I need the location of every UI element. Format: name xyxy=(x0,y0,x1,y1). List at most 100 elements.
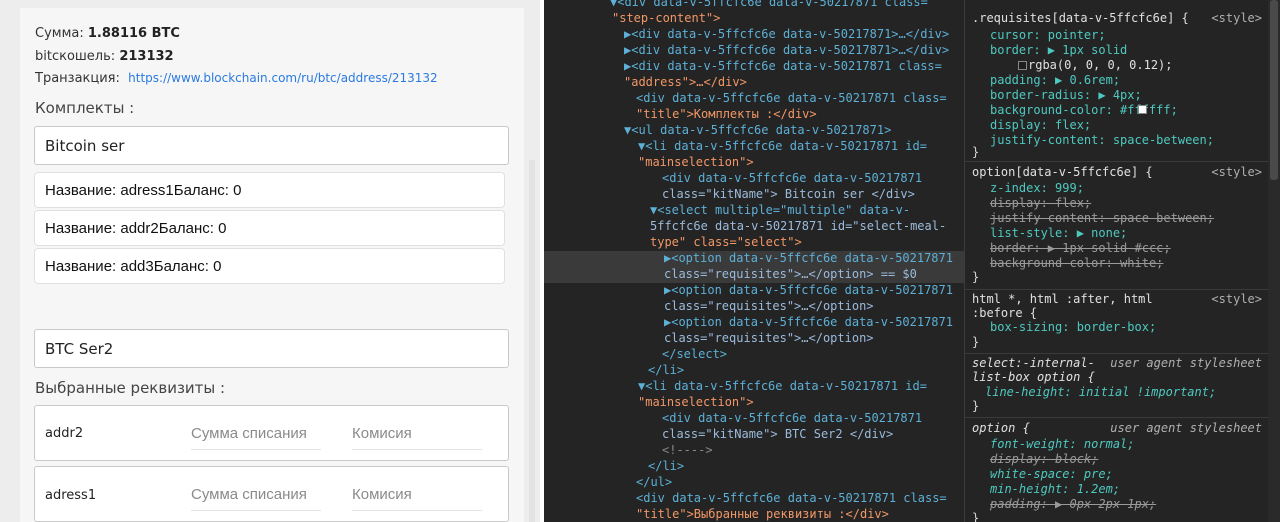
dom-node[interactable]: ▶<option data-v-5ffcfc6e data-v-50217871 xyxy=(664,315,953,331)
css-declaration[interactable]: padding: ▶ 0.6rem; xyxy=(990,73,1120,88)
screen: Сумма: 1.88116 BTC bitcкошель: 213132 Тр… xyxy=(0,0,1280,522)
dom-node[interactable]: class="kitName"> Bitcoin ser </div> xyxy=(662,187,915,203)
dom-node[interactable]: type" class="select"> xyxy=(650,235,802,251)
elements-tree: … ▼<div data-v-5ffcfc6e data-v-50217871 … xyxy=(544,0,964,522)
dom-line-text: ▶<div data-v-5ffcfc6e data-v-50217871>…<… xyxy=(624,27,950,41)
rule-close: } xyxy=(972,270,980,284)
rule-selector: html *, html :after, html xyxy=(972,292,1153,306)
dom-node[interactable]: ▶<div data-v-5ffcfc6e data-v-50217871>…<… xyxy=(624,27,949,43)
dom-node[interactable]: </li> xyxy=(648,363,684,379)
dom-line-text: ▼<li data-v-5ffcfc6e data-v-50217871 id= xyxy=(638,139,927,153)
kit-name-bitcoin-ser: Bitcoin ser xyxy=(34,126,509,165)
css-declaration-overridden[interactable]: background-color: white; xyxy=(990,256,1163,271)
css-declaration-overridden[interactable]: border: ▶ 1px solid #ccc; xyxy=(990,241,1171,256)
css-declaration-overridden: display: block; xyxy=(990,452,1099,466)
dom-node[interactable]: <div data-v-5ffcfc6e data-v-50217871 cla… xyxy=(636,91,947,107)
dom-line-text: <div data-v-5ffcfc6e data-v-50217871 xyxy=(662,171,923,185)
dom-line-text: <div data-v-5ffcfc6e data-v-50217871 cla… xyxy=(636,91,947,105)
css-declaration: white-space: pre; xyxy=(990,467,1113,481)
dom-line-text: "address">…</div> xyxy=(624,75,747,89)
dom-line-text: "mainselection"> xyxy=(638,155,754,169)
amount-input[interactable] xyxy=(191,418,321,450)
rule-origin-link[interactable]: <style> xyxy=(1211,292,1262,306)
dom-node[interactable]: <div data-v-5ffcfc6e data-v-50217871 cla… xyxy=(636,491,947,507)
css-declaration[interactable]: z-index: 999; xyxy=(990,181,1084,196)
dom-line-text: "title">Комплекты :</div> xyxy=(636,107,817,121)
dom-line-text: </select> xyxy=(662,347,728,361)
rule-close: } xyxy=(972,511,980,522)
dom-node[interactable]: ▼<ul data-v-5ffcfc6e data-v-50217871> xyxy=(624,123,891,139)
css-declaration-overridden[interactable]: justify-content: space-between; xyxy=(990,211,1214,226)
fee-input[interactable] xyxy=(352,479,482,511)
dom-line-text: ▶<div data-v-5ffcfc6e data-v-50217871 cl… xyxy=(624,59,942,73)
dom-node[interactable]: <div data-v-5ffcfc6e data-v-50217871 xyxy=(662,411,922,427)
css-declaration[interactable]: display: flex; xyxy=(990,118,1091,133)
dom-node[interactable]: </li> xyxy=(648,459,684,475)
dom-node[interactable]: "address">…</div> xyxy=(624,75,747,91)
dom-node[interactable]: "title">Выбранные реквизиты :</div> xyxy=(636,507,889,522)
dom-node[interactable]: "title">Комплекты :</div> xyxy=(636,107,817,123)
rule-close: } xyxy=(972,145,980,159)
css-value-row[interactable]: rgba(0, 0, 0, 0.12); xyxy=(1017,58,1173,73)
rule-selector: select:-internal- xyxy=(972,356,1095,370)
dom-node[interactable]: ▼<div data-v-5ffcfc6e data-v-50217871 cl… xyxy=(610,0,928,11)
dom-line-text: ▼<div data-v-5ffcfc6e data-v-50217871 cl… xyxy=(610,0,928,9)
requisite-option[interactable]: Название: adress1Баланс: 0 xyxy=(34,172,505,208)
dom-node[interactable]: class="requisites">…</option> xyxy=(664,331,874,347)
transaction-link[interactable]: https://www.blockchain.com/ru/btc/addres… xyxy=(128,71,438,85)
dom-line-text: ▼<select multiple="multiple" data-v- xyxy=(650,203,911,217)
dom-node[interactable]: ▼<li data-v-5ffcfc6e data-v-50217871 id= xyxy=(638,379,927,395)
css-declaration[interactable]: cursor: pointer; xyxy=(990,28,1106,43)
css-declaration-row[interactable]: background-color: #ffffff; xyxy=(990,103,1178,118)
dom-node[interactable]: </ul> xyxy=(636,475,672,491)
dom-line-text: </li> xyxy=(648,363,685,377)
css-declaration[interactable]: list-style: ▶ none; xyxy=(990,226,1127,241)
rule-selector: :before { xyxy=(972,306,1038,320)
color-swatch-icon[interactable] xyxy=(1018,61,1027,70)
styles-scrollbar-thumb[interactable] xyxy=(1270,0,1278,180)
dom-node[interactable]: "step-content"> xyxy=(612,11,720,27)
dom-line-text: class="requisites">…</option> xyxy=(664,331,874,345)
requisite-option[interactable]: Название: add3Баланс: 0 xyxy=(34,248,505,284)
rule-selector: option[data-v-5ffcfc6e] { xyxy=(972,165,1153,179)
dom-node[interactable]: class="kitName"> BTC Ser2 </div> xyxy=(662,427,893,443)
dom-line-text: "title">Выбранные реквизиты :</div> xyxy=(636,507,889,521)
page-scrollbar[interactable] xyxy=(529,160,535,522)
css-declaration[interactable]: box-sizing: border-box; xyxy=(990,320,1156,335)
dom-node[interactable]: ▶<option data-v-5ffcfc6e data-v-50217871 xyxy=(664,283,953,299)
fee-input[interactable] xyxy=(352,418,482,450)
dom-line-text: class="requisites">…</option> == $0 xyxy=(664,267,917,281)
amount-input[interactable] xyxy=(191,479,321,511)
dom-node[interactable]: ▼<li data-v-5ffcfc6e data-v-50217871 id= xyxy=(638,139,927,155)
dom-node[interactable]: ▶<div data-v-5ffcfc6e data-v-50217871>…<… xyxy=(624,43,949,59)
rule-origin-link[interactable]: <style> xyxy=(1211,165,1262,179)
dom-node[interactable]: "mainselection"> xyxy=(638,395,754,411)
color-swatch-icon[interactable] xyxy=(1138,105,1147,114)
dom-node[interactable]: </select> xyxy=(662,347,727,363)
dom-node[interactable]: <div data-v-5ffcfc6e data-v-50217871 xyxy=(662,171,922,187)
dom-node-selected[interactable]: class="requisites">…</option> == $0 xyxy=(544,267,964,283)
dom-line-text: ▶<option data-v-5ffcfc6e data-v-50217871 xyxy=(664,315,953,329)
dom-node[interactable]: ▼<select multiple="multiple" data-v- xyxy=(650,203,910,219)
rule-origin-link[interactable]: <style> xyxy=(1211,11,1262,25)
dom-node[interactable]: ▶<div data-v-5ffcfc6e data-v-50217871 cl… xyxy=(624,59,942,75)
css-rule: html *, html :after, html <style> :befor… xyxy=(965,290,1268,354)
dom-node[interactable]: 5ffcfc6e data-v-50217871 id="select-meal… xyxy=(650,219,946,235)
requisite-option[interactable]: Название: addr2Баланс: 0 xyxy=(34,210,505,246)
dom-node-selected[interactable]: ▶<option data-v-5ffcfc6e data-v-50217871 xyxy=(544,251,964,267)
kits-title: Комплекты : xyxy=(35,99,135,117)
css-declaration[interactable]: border-radius: ▶ 4px; xyxy=(990,88,1142,103)
styles-pane: .requisites[data-v-5ffcfc6e] { <style> c… xyxy=(965,0,1268,522)
dom-node[interactable]: "mainselection"> xyxy=(638,155,754,171)
requisites-title: Выбранные реквизиты : xyxy=(35,379,226,397)
dom-line-text: type" class="select"> xyxy=(650,235,802,249)
dom-line-text: 5ffcfc6e data-v-50217871 id="select-meal… xyxy=(650,219,947,233)
css-declaration[interactable]: justify-content: space-between; xyxy=(990,133,1214,148)
requisite-name: adress1 xyxy=(45,488,97,503)
dom-node[interactable]: <!----> xyxy=(662,443,713,459)
css-declaration[interactable]: border: ▶ 1px solid xyxy=(990,43,1127,58)
wallet-row: bitcкошель: 213132 xyxy=(35,49,174,64)
css-declaration-overridden[interactable]: display: flex; xyxy=(990,196,1091,211)
dom-node[interactable]: class="requisites">…</option> xyxy=(664,299,874,315)
dom-line-text: </li> xyxy=(648,459,685,473)
